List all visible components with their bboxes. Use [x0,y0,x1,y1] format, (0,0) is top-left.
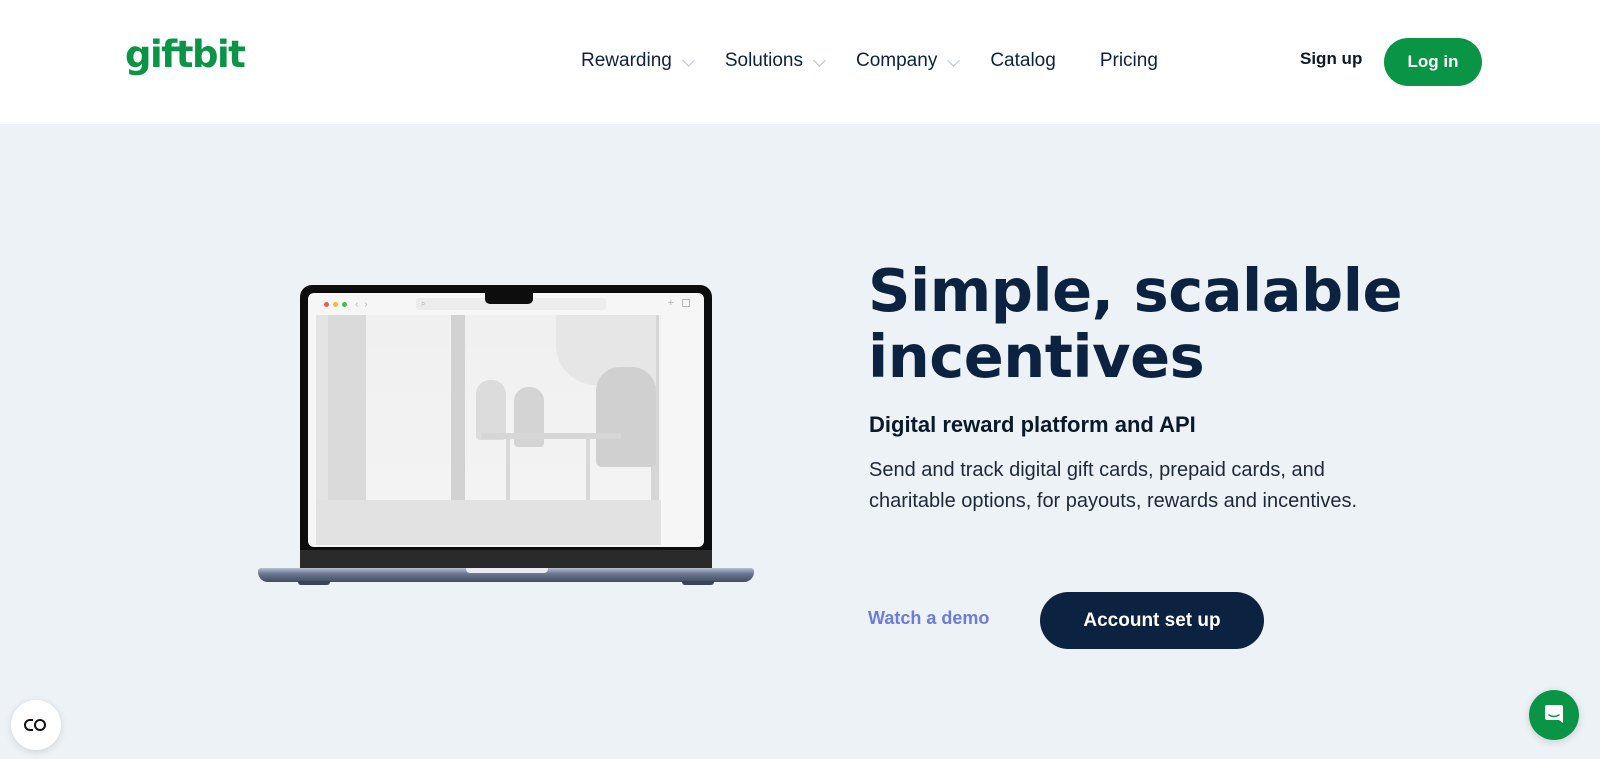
nav-item-label: Solutions [724,50,803,71]
office-meeting-photo [316,315,661,545]
cookie-consent-icon [24,719,46,731]
laptop-foot [682,581,714,585]
watch-demo-link[interactable]: Watch a demo [868,608,989,629]
hero-title-line-2: incentives [868,322,1205,391]
laptop-illustration: ‹ › ⌕ + [258,285,754,585]
chevron-down-icon [947,53,961,67]
sign-up-link[interactable]: Sign up [1300,49,1362,69]
window-minimize-dot-icon [333,301,338,307]
account-setup-button[interactable]: Account set up [1040,592,1264,649]
laptop-bezel [300,550,712,568]
nav-item-label: Pricing [1099,50,1158,71]
camera-notch [485,293,533,304]
laptop-base-notch [466,568,548,573]
laptop-foot [298,581,330,585]
new-tab-icon: + [667,297,674,309]
window-close-dot-icon [324,301,329,307]
search-icon: ⌕ [421,299,426,308]
nav-item-label: Company [856,50,938,71]
hero-subtitle: Digital reward platform and API [869,412,1196,437]
back-arrow-icon: ‹ [355,298,359,310]
tabs-overview-icon [682,299,690,307]
chat-button[interactable] [1529,690,1579,740]
nav-item-solutions[interactable]: Solutions [724,50,826,72]
forward-arrow-icon: › [364,298,368,310]
chat-icon [1545,705,1563,723]
hero-title: Simple, scalable incentives [868,256,1403,391]
log-in-button[interactable]: Log in [1384,38,1482,86]
nav-item-company[interactable]: Company [856,50,961,72]
nav-item-pricing[interactable]: Pricing [1100,50,1158,72]
window-maximize-dot-icon [342,301,347,307]
cookie-consent-button[interactable] [11,700,61,750]
nav-item-catalog[interactable]: Catalog [990,50,1056,72]
nav-item-rewarding[interactable]: Rewarding [581,50,695,72]
chevron-down-icon [681,53,695,67]
hero-description: Send and track digital gift cards, prepa… [869,459,1358,512]
giftbit-logo[interactable]: giftbit [125,36,246,73]
hero-title-line-1: Simple, scalable [868,256,1403,325]
chevron-down-icon [813,53,826,67]
nav-item-label: Catalog [990,50,1056,71]
main-nav: Rewarding Solutions Company Catalog Pric… [581,47,1202,75]
nav-item-label: Rewarding [581,50,672,71]
site-header: giftbit Rewarding Solutions Company Cata… [0,0,1600,124]
laptop-screen: ‹ › ⌕ + [308,293,704,547]
